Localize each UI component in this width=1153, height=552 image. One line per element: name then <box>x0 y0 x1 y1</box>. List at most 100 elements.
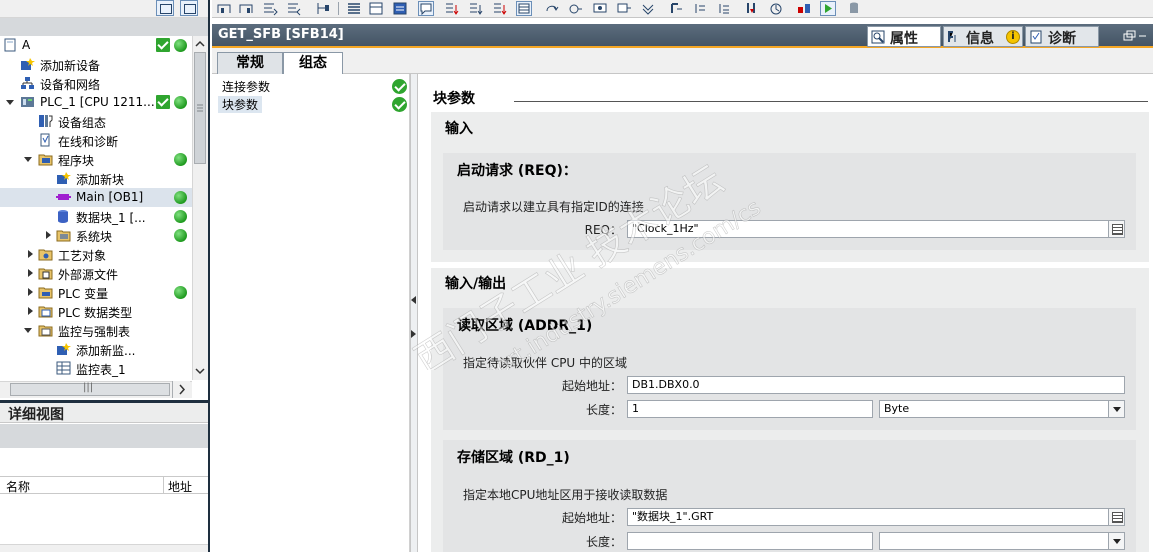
tree-horizontal-scroll-thumb[interactable]: ||| <box>10 382 170 396</box>
parameter-nav <box>212 74 410 552</box>
tree-item-watch-table1[interactable]: 监控表_1 <box>0 359 192 378</box>
chevron-down-icon[interactable] <box>24 157 32 162</box>
toolbar-arrow-icon[interactable] <box>668 1 684 16</box>
tree-item-plc1[interactable]: PLC_1 [CPU 1211... <box>0 93 192 112</box>
tree-item-system-blocks[interactable]: 系统块 <box>0 226 192 245</box>
tree-item-label: PLC 变量 <box>58 287 109 301</box>
tree-vertical-scroll-thumb[interactable] <box>194 52 206 164</box>
rd-type-select[interactable] <box>879 532 1125 550</box>
expand-right-icon[interactable] <box>411 330 416 338</box>
nav-item-block-params[interactable]: 块参数 <box>218 96 263 113</box>
toolbar-run-icon[interactable] <box>820 1 836 16</box>
add-block-icon <box>56 171 71 185</box>
addr-start-input[interactable]: DB1.DBX0.0 <box>627 376 1125 394</box>
tab-properties[interactable]: 属性 <box>867 26 941 47</box>
addr-type-value: Byte <box>884 402 910 415</box>
database-icon <box>56 209 71 223</box>
toolbar-compare-icon[interactable] <box>796 1 812 16</box>
toolbar-expand-icon[interactable] <box>640 1 656 16</box>
tree-item-label: 程序块 <box>58 154 95 168</box>
tree-item-program-blocks[interactable]: 程序块 <box>0 150 192 169</box>
tree-item-label: 在线和诊断 <box>58 135 119 149</box>
addr-type-select[interactable]: Byte <box>879 400 1125 418</box>
column-separator[interactable] <box>163 477 164 494</box>
tree-item-add-block[interactable]: 添加新块 <box>0 169 192 188</box>
chevron-right-icon[interactable] <box>46 231 51 239</box>
tree-item-plc-data-types[interactable]: PLC 数据类型 <box>0 302 192 321</box>
column-header-address[interactable]: 地址 <box>168 478 192 495</box>
toolbar-move-icon[interactable] <box>468 1 484 16</box>
toolbar-network-icon[interactable] <box>238 1 254 16</box>
tree-item-label: A <box>22 38 31 52</box>
req-input[interactable]: "Clock_1Hz" <box>627 220 1125 238</box>
tree-item-external-sources[interactable]: 外部源文件 <box>0 264 192 283</box>
device-config-icon <box>38 114 53 128</box>
folder-icon <box>38 152 53 166</box>
chevron-down-icon[interactable] <box>24 328 32 333</box>
collapse-left-icon[interactable] <box>411 296 416 304</box>
toolbar-insert-icon[interactable] <box>286 1 302 16</box>
toolbar-table-icon[interactable] <box>516 1 532 16</box>
detail-view-scrollbar[interactable] <box>0 544 208 552</box>
check-icon <box>392 79 407 94</box>
chevron-down-icon[interactable] <box>1108 533 1124 549</box>
toolbar-goto-icon[interactable] <box>568 1 584 16</box>
scroll-down-icon[interactable] <box>192 362 208 380</box>
toolbar-block-icon[interactable] <box>392 1 408 16</box>
tree-item-tech-objects[interactable]: 工艺对象 <box>0 245 192 264</box>
toolbar-monitor-icon[interactable] <box>592 1 608 16</box>
toolbar-block-icon[interactable] <box>368 1 384 16</box>
nav-item-label: 块参数 <box>222 98 259 112</box>
toolbar-goto-icon[interactable] <box>544 1 560 16</box>
chevron-right-icon[interactable] <box>28 288 33 296</box>
column-header-name[interactable]: 名称 <box>6 478 30 495</box>
toolbar-wire-icon[interactable] <box>316 1 332 16</box>
tab-diagnostics[interactable]: 诊断 <box>1025 26 1099 47</box>
tree-item-watch-force-tables[interactable]: 监控与强制表 <box>0 321 192 340</box>
restore-window-icon[interactable] <box>1120 28 1148 44</box>
chevron-right-icon[interactable] <box>28 250 33 258</box>
toolbar-insert-icon[interactable] <box>262 1 278 16</box>
toolbar-move-icon[interactable] <box>444 1 460 16</box>
toolbar-upload-icon[interactable] <box>768 1 784 16</box>
tree-item-add-device[interactable]: 添加新设备 <box>0 55 192 74</box>
toolbar-arrow-icon[interactable] <box>716 1 732 16</box>
toolbar-arrow-icon[interactable] <box>692 1 708 16</box>
status-ok-icon <box>174 153 187 166</box>
chevron-right-icon[interactable] <box>28 307 33 315</box>
status-ok-icon <box>174 39 187 52</box>
toolbar-db-icon[interactable] <box>846 1 862 16</box>
tab-configuration[interactable]: 组态 <box>283 52 343 75</box>
chevron-down-icon[interactable] <box>1108 401 1124 417</box>
toolbar-monitor-icon[interactable] <box>616 1 632 16</box>
pane-splitter[interactable] <box>410 74 418 552</box>
browse-icon[interactable] <box>1108 221 1124 237</box>
scroll-right-icon[interactable] <box>172 381 190 398</box>
tree-item-project[interactable]: A <box>0 36 192 55</box>
check-icon <box>156 95 170 109</box>
browse-icon[interactable] <box>1108 509 1124 525</box>
tab-info[interactable]: 信息 i <box>943 26 1023 47</box>
nav-item-connection-params[interactable]: 连接参数 <box>218 78 274 95</box>
tree-item-device-config[interactable]: 设备组态 <box>0 112 192 131</box>
scroll-up-icon[interactable] <box>192 36 208 52</box>
tree-item-devices-networks[interactable]: 设备和网络 <box>0 74 192 93</box>
tree-item-datablock1[interactable]: 数据块_1 [... <box>0 207 192 226</box>
toolbar-network-icon[interactable] <box>216 1 232 16</box>
tree-item-plc-tags[interactable]: PLC 变量 <box>0 283 192 302</box>
rd-start-input[interactable]: "数据块_1".GRT <box>627 508 1125 526</box>
rd-length-input[interactable] <box>627 532 873 550</box>
tree-item-main-ob1[interactable]: Main [OB1] <box>0 188 192 207</box>
toolbar-download-icon[interactable] <box>744 1 760 16</box>
grid-view-icon[interactable] <box>180 0 198 16</box>
table-view-icon[interactable] <box>156 0 174 16</box>
addr-length-input[interactable]: 1 <box>627 400 873 418</box>
chevron-down-icon[interactable] <box>6 100 14 105</box>
tree-item-add-watch-table[interactable]: 添加新监... <box>0 340 192 359</box>
chevron-right-icon[interactable] <box>28 269 33 277</box>
tab-general[interactable]: 常规 <box>217 52 283 74</box>
toolbar-move-icon[interactable] <box>492 1 508 16</box>
tree-item-online-diag[interactable]: 在线和诊断 <box>0 131 192 150</box>
toolbar-comment-icon[interactable] <box>418 1 434 16</box>
toolbar-list-icon[interactable] <box>346 1 362 16</box>
